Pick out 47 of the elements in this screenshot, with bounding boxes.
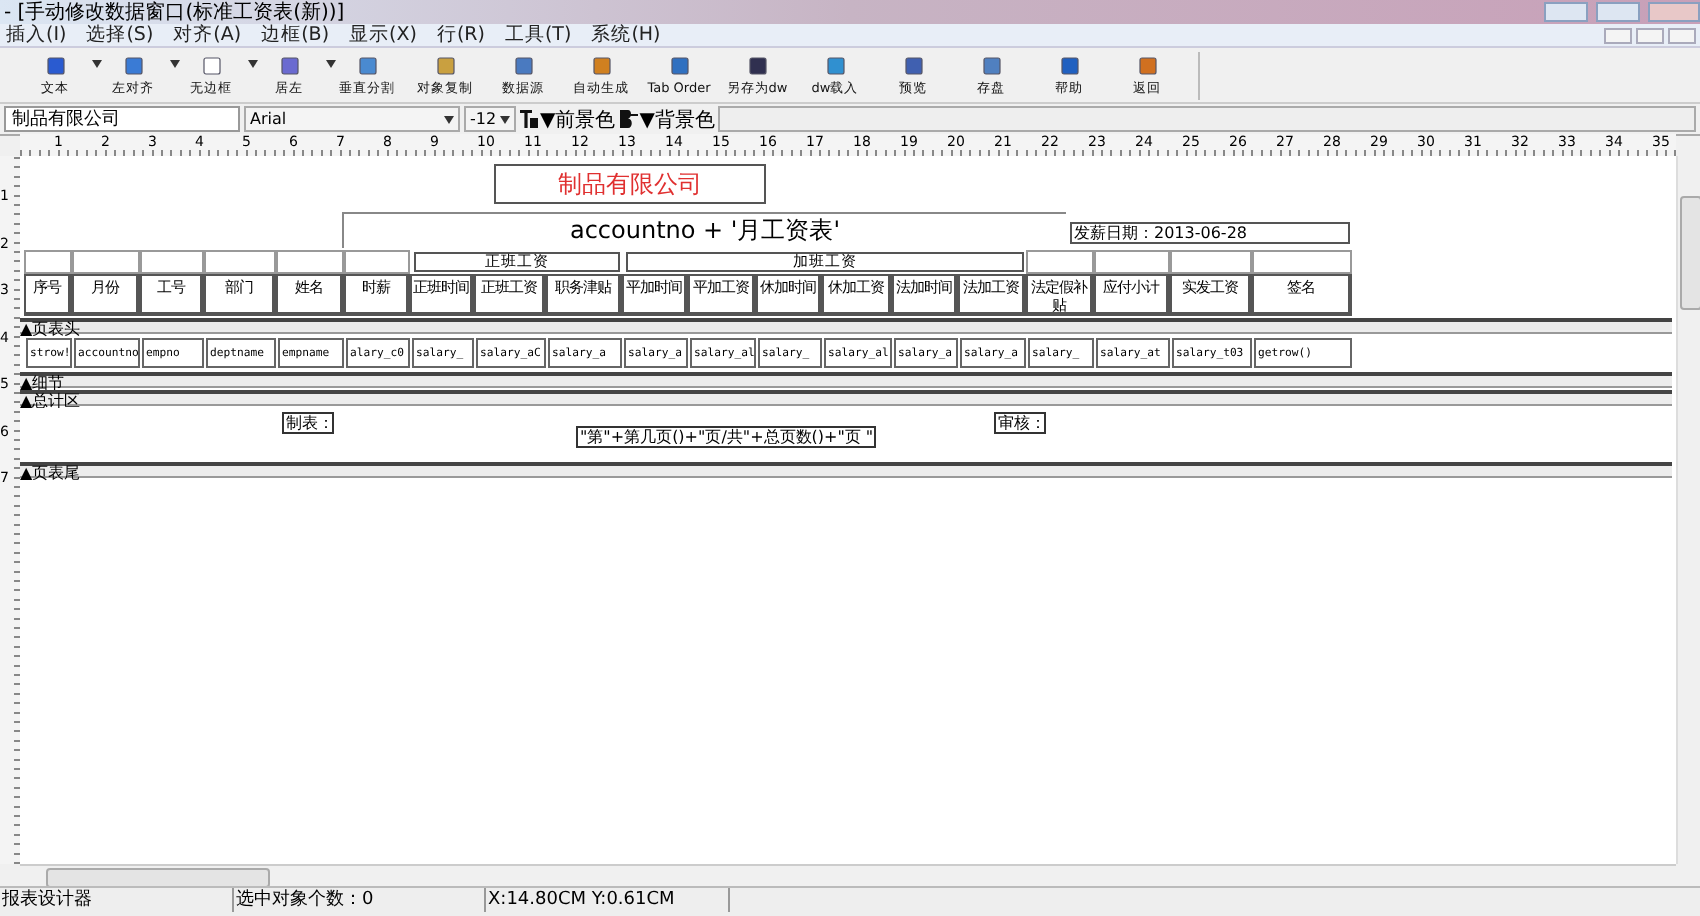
menu-item[interactable]: 工具(T) xyxy=(504,22,572,48)
company-title[interactable]: 制品有限公司 xyxy=(494,164,766,204)
background-color-button[interactable]: ▼背景色 xyxy=(619,105,715,133)
maker-label[interactable]: 制表： xyxy=(282,412,334,434)
window-title: - [手动修改数据窗口(标准工资表(新))] xyxy=(4,0,347,24)
band-label[interactable]: ▲总计区 xyxy=(20,390,1672,406)
checker-label[interactable]: 审核： xyxy=(994,412,1046,434)
minimize-button[interactable] xyxy=(1544,2,1588,22)
text-color-icon xyxy=(520,110,538,128)
header-frame xyxy=(1170,250,1252,274)
caret-icon xyxy=(444,115,454,123)
size-dropdown[interactable]: -12 xyxy=(464,106,516,132)
band-label[interactable]: ▲页表头 xyxy=(20,318,1672,334)
maximize-button[interactable] xyxy=(1596,2,1640,22)
close-button[interactable] xyxy=(1668,27,1696,43)
menu-item[interactable]: 行(R) xyxy=(436,22,485,48)
header-frame xyxy=(1094,250,1170,274)
minimize-button[interactable] xyxy=(1604,27,1632,43)
text-field[interactable]: 制品有限公司 xyxy=(4,106,240,132)
caret-icon xyxy=(500,115,510,123)
header-frame xyxy=(140,250,204,274)
menu-item[interactable]: 系统(H) xyxy=(591,22,661,48)
header-frame xyxy=(204,250,276,274)
page-expression[interactable]: "第"+第几页()+"页/共"+总页数()+"页 " xyxy=(576,426,876,448)
header-frame xyxy=(276,250,344,274)
status-text: X:14.80CM Y:0.61CM xyxy=(486,888,730,912)
header-frame xyxy=(344,250,410,274)
close-button[interactable] xyxy=(1648,2,1700,22)
fill-color-icon xyxy=(619,110,638,128)
menu-item[interactable]: 选择(S) xyxy=(86,22,154,48)
menu-item[interactable]: 显示(X) xyxy=(349,22,417,48)
header-frame xyxy=(24,250,72,274)
font-dropdown[interactable]: Arial xyxy=(244,106,460,132)
band-label[interactable]: ▲细节 xyxy=(20,372,1672,388)
header-frame xyxy=(1026,250,1094,274)
status-text: 报表设计器 xyxy=(0,888,234,912)
foreground-color-button[interactable]: ▼前景色 xyxy=(520,105,616,133)
report-heading[interactable]: accountno + '月工资表' xyxy=(342,212,1066,248)
menu-item[interactable]: 边框(B) xyxy=(261,22,330,48)
restore-button[interactable] xyxy=(1636,27,1664,43)
menu-item[interactable]: 对齐(A) xyxy=(173,22,242,48)
header-frame xyxy=(1252,250,1352,274)
band-label[interactable]: ▲页表尾 xyxy=(20,462,1672,478)
header-frame xyxy=(72,250,140,274)
menu-item[interactable]: 插入(I) xyxy=(6,22,67,48)
status-text: 选中对象个数：0 xyxy=(234,888,486,912)
date-label[interactable]: 发薪日期：2013-06-28 xyxy=(1070,222,1350,244)
